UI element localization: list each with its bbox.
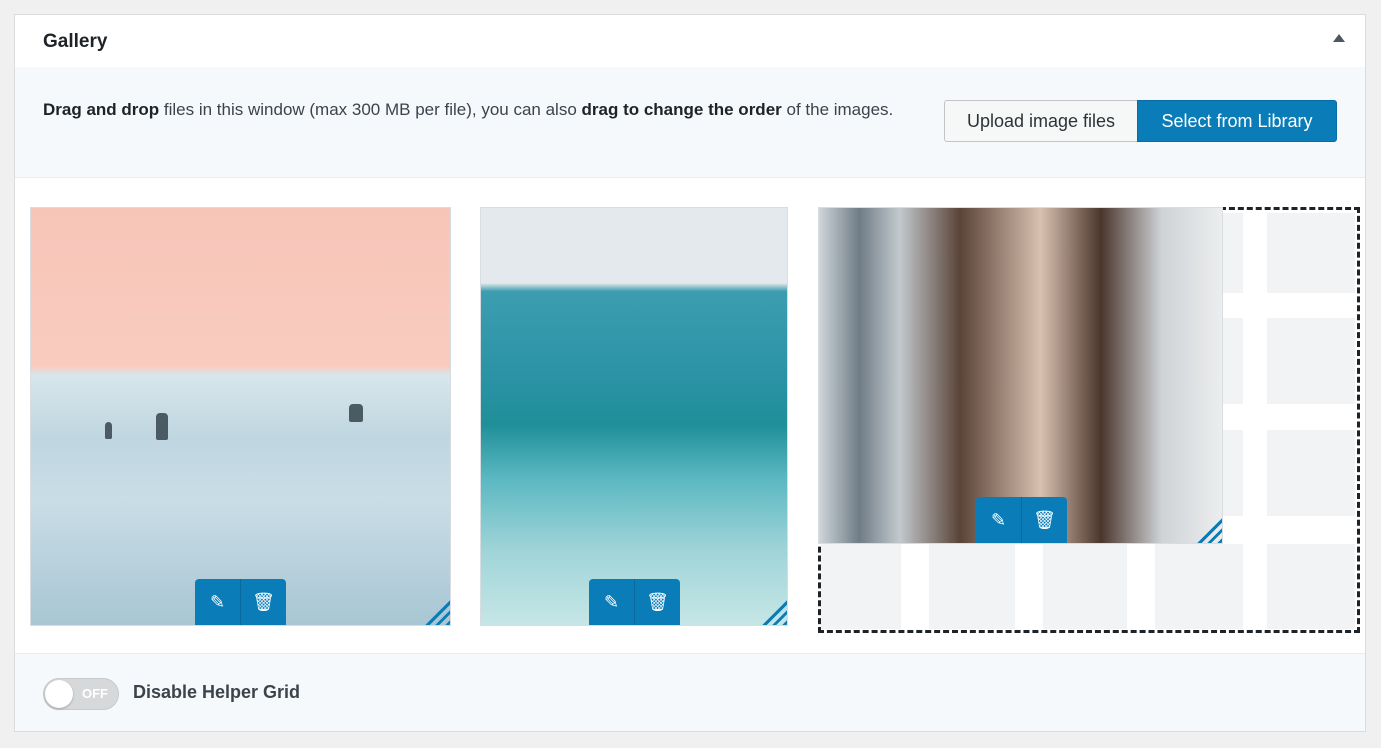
switch-knob (45, 680, 73, 708)
pencil-icon[interactable]: ✎ (589, 579, 634, 625)
surfer-figure (349, 404, 363, 422)
image-actions: ✎ 🗑 (195, 579, 286, 625)
pencil-icon[interactable]: ✎ (976, 497, 1021, 543)
resize-handle[interactable] (1192, 513, 1222, 543)
trash-icon[interactable]: 🗑 (240, 579, 286, 625)
helper-grid-switch[interactable]: OFF (43, 678, 119, 710)
panel-footer: OFF Disable Helper Grid (15, 653, 1365, 731)
surfer-figure (156, 413, 168, 440)
upload-info-bar: Drag and drop files in this window (max … (15, 67, 1365, 178)
resize-handle[interactable] (420, 595, 450, 625)
panel-header[interactable]: Gallery (15, 15, 1365, 68)
switch-state: OFF (82, 686, 108, 701)
surfer-figure (105, 422, 112, 439)
gallery-panel: Gallery Drag and drop files in this wind… (14, 14, 1366, 732)
instructions-text-2: of the images. (781, 100, 894, 119)
panel-title: Gallery (43, 31, 108, 52)
upload-image-files-button[interactable]: Upload image files (944, 100, 1138, 142)
trash-icon[interactable]: 🗑 (1021, 497, 1067, 543)
collapse-icon[interactable] (1333, 34, 1345, 42)
helper-grid-label: Disable Helper Grid (133, 682, 301, 702)
gallery-image[interactable]: ✎ 🗑 (480, 207, 788, 626)
select-from-library-button[interactable]: Select from Library (1137, 100, 1337, 142)
gallery-image[interactable]: ✎ 🗑 (818, 207, 1223, 544)
instructions-text-1: files in this window (max 300 MB per fil… (159, 100, 582, 119)
image-actions: ✎ 🗑 (589, 579, 680, 625)
instructions-bold-1: Drag and drop (43, 100, 160, 119)
instructions-bold-2: drag to change the order (581, 100, 782, 119)
image-actions: ✎ 🗑 (976, 497, 1067, 543)
resize-handle[interactable] (757, 595, 787, 625)
gallery-grid: ✎ 🗑 ✎ 🗑 ✎ 🗑 (15, 178, 1365, 656)
upload-instructions: Drag and drop files in this window (max … (43, 97, 923, 123)
pencil-icon[interactable]: ✎ (195, 579, 240, 625)
trash-icon[interactable]: 🗑 (634, 579, 680, 625)
gallery-image[interactable]: ✎ 🗑 (30, 207, 451, 626)
